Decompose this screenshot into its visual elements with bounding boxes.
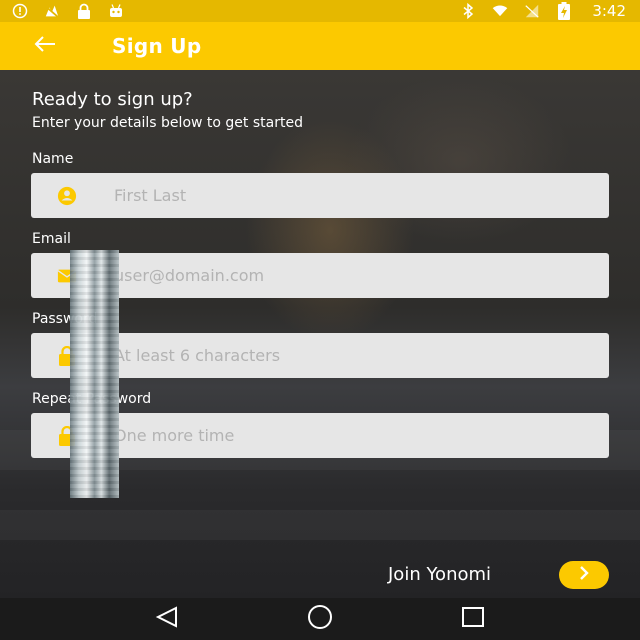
bluetooth-icon xyxy=(460,3,476,19)
page-title: Sign Up xyxy=(112,34,202,58)
arrow-back-icon xyxy=(34,35,56,57)
android-icon xyxy=(108,3,124,19)
name-field[interactable] xyxy=(31,173,609,218)
email-input[interactable] xyxy=(114,253,594,298)
status-bar: 3:42 xyxy=(0,0,640,22)
battery-charging-icon xyxy=(556,2,572,20)
email-label: Email xyxy=(32,231,71,247)
join-button[interactable] xyxy=(559,561,609,589)
nav-back-button[interactable] xyxy=(147,599,187,639)
coin-overlay-image xyxy=(70,250,119,498)
person-icon xyxy=(57,186,77,206)
home-circle-icon xyxy=(305,602,335,636)
no-signal-icon xyxy=(44,3,60,19)
status-time: 3:42 xyxy=(592,2,626,20)
repeat-password-input[interactable] xyxy=(114,413,594,458)
navigation-bar xyxy=(0,598,640,640)
lock-icon xyxy=(76,3,92,19)
form-heading: Ready to sign up? xyxy=(32,89,193,110)
form-subheading: Enter your details below to get started xyxy=(32,115,303,131)
join-label[interactable]: Join Yonomi xyxy=(388,564,491,585)
app-bar: Sign Up xyxy=(0,22,640,70)
nav-home-button[interactable] xyxy=(300,599,340,639)
password-input[interactable] xyxy=(114,333,594,378)
chevron-right-icon xyxy=(577,565,591,585)
back-triangle-icon xyxy=(154,606,180,632)
no-sim-icon xyxy=(524,3,540,19)
wifi-icon xyxy=(492,3,508,19)
name-label: Name xyxy=(32,151,74,167)
info-icon xyxy=(12,3,28,19)
back-button[interactable] xyxy=(20,22,70,70)
recents-square-icon xyxy=(460,604,486,634)
nav-recents-button[interactable] xyxy=(453,599,493,639)
name-input[interactable] xyxy=(114,173,594,218)
